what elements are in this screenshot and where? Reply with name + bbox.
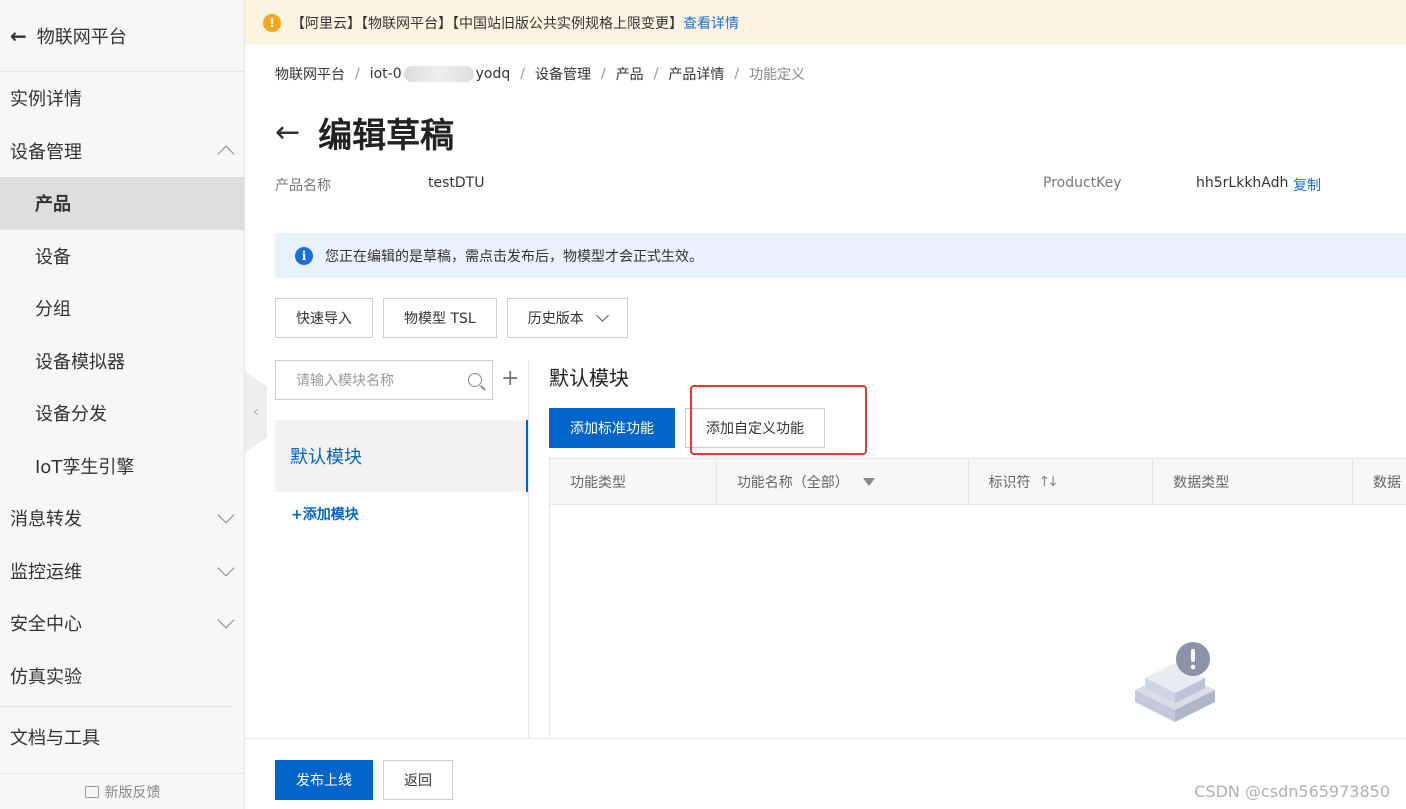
sidebar-title: 物联网平台 [36, 26, 127, 48]
quick-import-button[interactable]: 快速导入 [275, 298, 373, 338]
feedback-button[interactable]: 新版反馈 [0, 773, 245, 809]
highlight-box [690, 385, 867, 455]
sort-icon[interactable]: ↑↓ [1039, 474, 1060, 490]
chevron-down-icon [595, 309, 609, 322]
breadcrumb-device-management[interactable]: 设备管理 [535, 64, 591, 84]
sidebar-item-device-distribution[interactable]: 设备分发 [0, 387, 244, 440]
main-content: ! 【阿里云】【物联网平台】【中国站旧版公共实例规格上限变更】 查看详情 物联网… [245, 0, 1406, 809]
publish-button[interactable]: 发布上线 [275, 760, 373, 800]
back-button[interactable]: 返回 [383, 760, 453, 800]
sidebar-item-monitoring[interactable]: 监控运维 [0, 545, 244, 598]
module-search-input[interactable]: 请输入模块名称 [275, 360, 493, 400]
bottom-action-bar: 发布上线 返回 CSDN @csdn565973850 [245, 738, 1406, 809]
page-title: 编辑草稿 [318, 116, 455, 156]
filter-icon[interactable] [862, 477, 875, 486]
info-icon: i [295, 246, 313, 265]
feedback-icon [84, 785, 99, 798]
copy-link[interactable]: 复制 [1293, 175, 1321, 195]
product-name-label: 产品名称 [275, 178, 331, 194]
sidebar-item-product[interactable]: 产品 [0, 177, 244, 230]
add-module-link[interactable]: +添加模块 [291, 504, 359, 524]
product-name-value: testDTU [428, 175, 485, 191]
breadcrumb-product-detail[interactable]: 产品详情 [668, 64, 724, 84]
empty-state-illustration [1135, 642, 1215, 722]
sidebar-item-group[interactable]: 分组 [0, 282, 244, 335]
chevron-up-icon [217, 145, 235, 163]
module-panel: 请输入模块名称 + 默认模块 +添加模块 [275, 360, 529, 740]
back-arrow-icon[interactable]: ← [275, 115, 300, 150]
history-version-dropdown[interactable]: 历史版本 [506, 298, 628, 338]
column-function-name[interactable]: 功能名称（全部） [717, 459, 969, 504]
column-data-type: 数据类型 [1153, 459, 1354, 504]
sidebar-item-docs-tools[interactable]: 文档与工具 [0, 711, 244, 764]
column-data: 数据 [1373, 474, 1402, 491]
breadcrumb-iot-platform[interactable]: 物联网平台 [275, 64, 345, 84]
page-title-row: ← 编辑草稿 [275, 108, 454, 157]
sidebar-item-instance-detail[interactable]: 实例详情 [0, 72, 244, 125]
warning-icon: ! [263, 13, 281, 32]
sidebar-item-device-simulator[interactable]: 设备模拟器 [0, 335, 244, 388]
arrow-left-icon[interactable]: ← [10, 24, 27, 48]
sidebar-item-security-center[interactable]: 安全中心 [0, 597, 244, 650]
sidebar-divider [0, 706, 234, 707]
sidebar-item-device[interactable]: 设备 [0, 230, 244, 283]
draft-info-text: 您正在编辑的是草稿，需点击发布后，物模型才会正式生效。 [325, 248, 703, 265]
sidebar: ← 物联网平台 实例详情 设备管理 产品 设备 分组 设备模拟器 设备分发 Io… [0, 0, 245, 809]
function-table: 功能类型 功能名称（全部） 标识符 ↑↓ 数据类型 数据 [549, 458, 1406, 743]
sidebar-item-message-forwarding[interactable]: 消息转发 [0, 492, 244, 545]
product-key-label: ProductKey [1043, 175, 1122, 191]
search-icon[interactable] [468, 373, 482, 387]
redacted-mask [403, 66, 474, 82]
chevron-down-icon [217, 559, 235, 577]
sidebar-item-simulation-lab[interactable]: 仿真实验 [0, 650, 244, 703]
module-item-default[interactable]: 默认模块 [275, 420, 528, 492]
column-identifier[interactable]: 标识符 ↑↓ [969, 459, 1154, 504]
draft-info-banner: i 您正在编辑的是草稿，需点击发布后，物模型才会正式生效。 [275, 233, 1406, 278]
module-title: 默认模块 [549, 366, 629, 390]
chevron-down-icon [217, 506, 235, 524]
sidebar-item-iot-twin-engine[interactable]: IoT孪生引擎 [0, 440, 244, 493]
breadcrumb-instance[interactable]: iot-0 yodq [370, 66, 510, 82]
notice-banner: ! 【阿里云】【物联网平台】【中国站旧版公共实例规格上限变更】 查看详情 [245, 0, 1406, 45]
breadcrumb: 物联网平台 / iot-0 yodq / 设备管理 / 产品 / 产品详情 / 功… [275, 64, 806, 84]
table-header: 功能类型 功能名称（全部） 标识符 ↑↓ 数据类型 数据 [550, 458, 1406, 505]
add-standard-function-button[interactable]: 添加标准功能 [549, 408, 675, 448]
watermark: CSDN @csdn565973850 [1194, 782, 1390, 801]
notice-link[interactable]: 查看详情 [683, 13, 739, 33]
product-key-value: hh5rLkkhAdh [1196, 175, 1289, 191]
plus-icon[interactable]: + [501, 366, 519, 391]
sidebar-item-device-management[interactable]: 设备管理 [0, 125, 244, 178]
toolbar: 快速导入 物模型 TSL 历史版本 [275, 298, 628, 338]
column-function-type: 功能类型 [550, 459, 717, 504]
chevron-down-icon [217, 611, 235, 629]
notice-text: 【阿里云】【物联网平台】【中国站旧版公共实例规格上限变更】 [291, 15, 683, 32]
breadcrumb-product[interactable]: 产品 [616, 64, 644, 84]
breadcrumb-function-definition: 功能定义 [749, 67, 806, 83]
tsl-button[interactable]: 物模型 TSL [383, 298, 497, 338]
sidebar-header[interactable]: ← 物联网平台 [0, 0, 244, 72]
